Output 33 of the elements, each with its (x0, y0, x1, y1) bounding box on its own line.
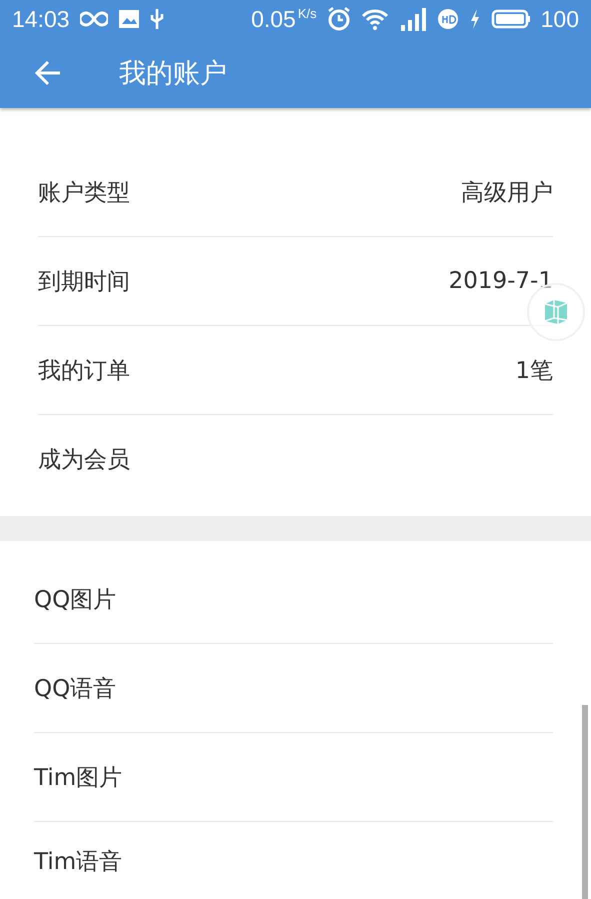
charging-icon (468, 8, 481, 30)
settings-row[interactable]: 成为会员 (38, 415, 553, 503)
row-label: Tim语音 (34, 848, 122, 877)
row-label: Tim图片 (34, 764, 122, 792)
speed-unit: K/s (298, 6, 317, 21)
row-label: 我的订单 (38, 356, 130, 386)
network-speed: 0.05 (251, 6, 296, 32)
settings-row[interactable]: Tim语音 (34, 822, 553, 899)
wifi-icon (360, 8, 389, 30)
row-value: 2019-7-1 (448, 268, 553, 294)
row-value: 1笔 (515, 356, 553, 386)
clock-time: 14:03 (12, 6, 70, 32)
row-label: 成为会员 (38, 446, 130, 474)
settings-row[interactable]: Tim图片 (34, 733, 553, 822)
row-label: 账户类型 (38, 178, 130, 208)
battery-level: 100 (540, 6, 579, 32)
row-value: 高级用户 (461, 178, 553, 208)
signal-icon (398, 7, 427, 31)
alarm-icon (326, 7, 351, 31)
usb-icon (150, 7, 164, 31)
settings-row[interactable]: QQ图片 (34, 555, 553, 644)
row-label: QQ语音 (34, 674, 116, 704)
page-title: 我的账户 (119, 57, 227, 91)
back-arrow-icon[interactable] (33, 58, 63, 88)
settings-row[interactable]: 我的订单 1笔 (38, 326, 553, 415)
infinity-icon (80, 11, 108, 27)
image-icon (118, 9, 140, 29)
settings-row[interactable]: 账户类型 高级用户 (38, 148, 553, 237)
row-label: 到期时间 (38, 268, 130, 296)
battery-icon (490, 8, 531, 30)
row-label: QQ图片 (34, 586, 116, 614)
hd-icon (436, 8, 459, 30)
settings-row[interactable]: QQ语音 (34, 644, 553, 733)
